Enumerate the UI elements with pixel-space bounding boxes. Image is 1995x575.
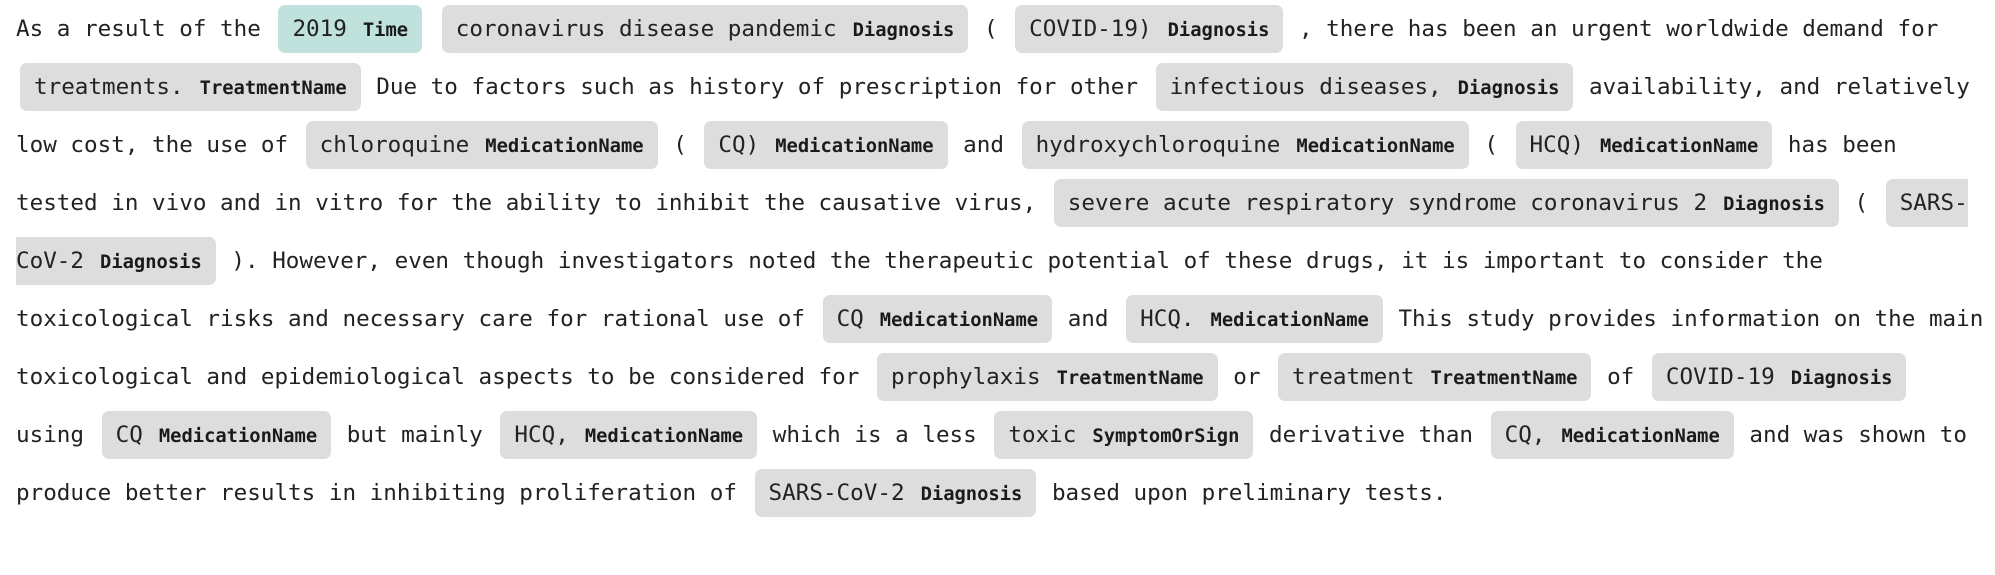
entity-medication-name[interactable]: CQ, MedicationName bbox=[1490, 411, 1734, 459]
entity-text: HCQ. bbox=[1140, 306, 1195, 332]
entity-label: MedicationName bbox=[584, 426, 744, 447]
plain-text: ( bbox=[1840, 190, 1882, 216]
entity-medication-name[interactable]: CQ MedicationName bbox=[822, 295, 1053, 343]
entity-text: CQ, bbox=[1504, 422, 1546, 448]
entity-text: prophylaxis bbox=[890, 364, 1041, 390]
plain-text: ( bbox=[1470, 132, 1512, 158]
entity-label: Diagnosis bbox=[1723, 194, 1825, 215]
entity-text: chloroquine bbox=[319, 132, 470, 158]
entity-text: HCQ, bbox=[514, 422, 569, 448]
entity-text: COVID-19 bbox=[1665, 364, 1775, 390]
plain-text bbox=[424, 16, 438, 42]
entity-label: Diagnosis bbox=[852, 20, 955, 41]
entity-medication-name[interactable]: HCQ. MedicationName bbox=[1126, 295, 1383, 343]
plain-text: which is a less bbox=[759, 422, 991, 448]
entity-label: Time bbox=[362, 20, 409, 41]
entity-diagnosis[interactable]: infectious diseases, Diagnosis bbox=[1155, 63, 1574, 111]
entity-text: SARS-CoV-2 bbox=[768, 480, 905, 506]
entity-label: Diagnosis bbox=[920, 484, 1023, 505]
entity-label: MedicationName bbox=[1561, 426, 1720, 447]
entity-diagnosis[interactable]: COVID-19 Diagnosis bbox=[1651, 353, 1907, 401]
entity-text: treatment bbox=[1292, 364, 1415, 390]
entity-symptom-or-sign[interactable]: toxic SymptomOrSign bbox=[994, 411, 1254, 459]
entity-text: CQ) bbox=[718, 132, 760, 158]
plain-text: ( bbox=[970, 16, 1012, 42]
entity-text: treatments. bbox=[34, 74, 184, 100]
entity-label: Diagnosis bbox=[1457, 78, 1560, 99]
plain-text: of bbox=[1593, 364, 1648, 390]
entity-text: HCQ) bbox=[1529, 132, 1584, 158]
entity-medication-name[interactable]: CQ) MedicationName bbox=[704, 121, 948, 169]
plain-text: , there has been an urgent worldwide dem… bbox=[1285, 16, 1939, 42]
entity-label: MedicationName bbox=[485, 136, 644, 157]
entity-text: hydroxychloroquine bbox=[1035, 132, 1281, 158]
entity-text: infectious diseases, bbox=[1169, 74, 1442, 100]
entity-label: MedicationName bbox=[1599, 136, 1759, 157]
entity-medication-name[interactable]: CQ MedicationName bbox=[101, 411, 332, 459]
entity-time[interactable]: 2019 Time bbox=[278, 5, 423, 53]
entity-text: severe acute respiratory syndrome corona… bbox=[1067, 190, 1708, 216]
entity-diagnosis[interactable]: SARS-CoV-2 Diagnosis bbox=[754, 469, 1037, 517]
entity-medication-name[interactable]: HCQ, MedicationName bbox=[500, 411, 758, 459]
entity-label: TreatmentName bbox=[1056, 368, 1204, 389]
entity-treatment-name[interactable]: treatments. TreatmentName bbox=[20, 63, 361, 111]
plain-text: or bbox=[1219, 364, 1275, 390]
plain-text: but mainly bbox=[333, 422, 497, 448]
entity-text: CQ bbox=[115, 422, 143, 448]
entity-label: TreatmentName bbox=[1430, 368, 1578, 389]
entity-label: Diagnosis bbox=[1167, 20, 1270, 41]
entity-text: 2019 bbox=[292, 16, 347, 42]
entity-label: TreatmentName bbox=[199, 78, 347, 99]
entity-medication-name[interactable]: HCQ) MedicationName bbox=[1515, 121, 1773, 169]
entity-text: COVID-19) bbox=[1029, 16, 1152, 42]
entity-diagnosis[interactable]: coronavirus disease pandemic Diagnosis bbox=[441, 5, 969, 53]
entity-treatment-name[interactable]: treatment TreatmentName bbox=[1278, 353, 1592, 401]
entity-text: CQ bbox=[836, 306, 864, 332]
plain-text: derivative than bbox=[1255, 422, 1487, 448]
plain-text: using bbox=[16, 422, 98, 448]
entity-text: coronavirus disease pandemic bbox=[455, 16, 837, 42]
plain-text: ( bbox=[659, 132, 701, 158]
entity-label: MedicationName bbox=[1296, 136, 1455, 157]
entity-medication-name[interactable]: hydroxychloroquine MedicationName bbox=[1021, 121, 1469, 169]
entity-label: Diagnosis bbox=[100, 252, 202, 273]
entity-label: SymptomOrSign bbox=[1092, 426, 1240, 447]
plain-text: Due to factors such as history of prescr… bbox=[362, 74, 1152, 100]
entity-diagnosis[interactable]: severe acute respiratory syndrome corona… bbox=[1053, 179, 1839, 227]
plain-text: based upon preliminary tests. bbox=[1038, 480, 1447, 506]
entity-label: MedicationName bbox=[158, 426, 318, 447]
entity-label: MedicationName bbox=[879, 310, 1039, 331]
entity-label: MedicationName bbox=[1210, 310, 1369, 331]
plain-text: As a result of the bbox=[16, 16, 275, 42]
plain-text: and bbox=[949, 132, 1018, 158]
entity-medication-name[interactable]: chloroquine MedicationName bbox=[305, 121, 658, 169]
entity-label: Diagnosis bbox=[1790, 368, 1893, 389]
entity-diagnosis[interactable]: COVID-19) Diagnosis bbox=[1015, 5, 1284, 53]
annotated-document: As a result of the 2019 Time coronavirus … bbox=[0, 0, 1995, 523]
entity-treatment-name[interactable]: prophylaxis TreatmentName bbox=[876, 353, 1218, 401]
entity-label: MedicationName bbox=[775, 136, 934, 157]
entity-text: toxic bbox=[1008, 422, 1077, 448]
plain-text: and bbox=[1054, 306, 1123, 332]
